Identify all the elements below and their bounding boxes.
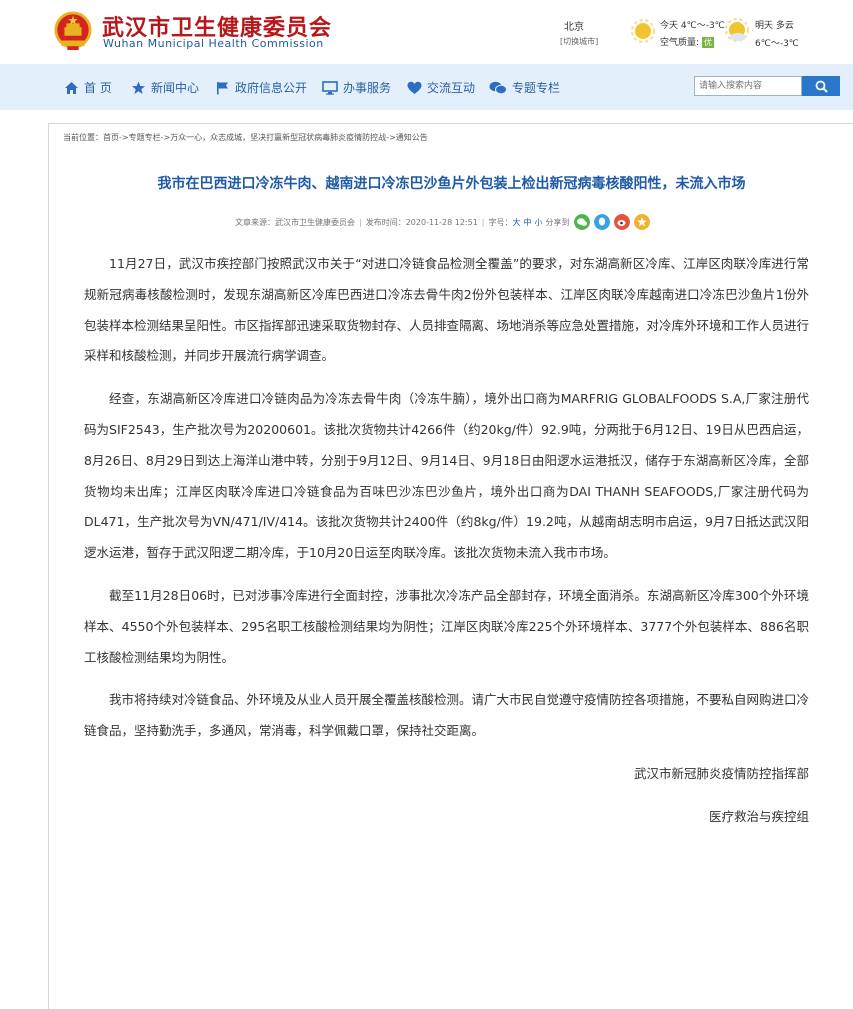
- breadcrumb-home-link[interactable]: 首页: [103, 133, 119, 142]
- search-button[interactable]: [802, 76, 840, 96]
- breadcrumb-campaign-link[interactable]: 万众一心，众志成城，坚决打赢新型冠状病毒肺炎疫情防控战: [170, 133, 386, 142]
- source-label: 文章来源：: [235, 217, 275, 227]
- article-panel: 当前位置：首页->专题专栏->万众一心，众志成城，坚决打赢新型冠状病毒肺炎疫情防…: [48, 123, 853, 1009]
- breadcrumb-label: 当前位置：: [63, 133, 103, 142]
- main-nav: 首 页 新闻中心 政府信息公开 办事服务 交流互动 专题专栏: [0, 64, 853, 110]
- font-size-medium[interactable]: 中: [524, 217, 532, 228]
- monitor-icon: [322, 80, 338, 95]
- article-body: 11月27日，武汉市疾控部门按照武汉市关于“对进口冷链食品检测全覆盖”的要求，对…: [84, 249, 809, 845]
- nav-label: 交流互动: [427, 81, 476, 95]
- cloudy-weather-icon: [725, 18, 749, 42]
- nav-item-gov-info[interactable]: 政府信息公开: [215, 79, 307, 96]
- nav-label: 新闻中心: [151, 81, 200, 95]
- nav-item-special-topics[interactable]: 专题专栏: [489, 79, 560, 96]
- nav-item-interaction[interactable]: 交流互动: [407, 79, 475, 96]
- air-quality: 空气质量: 优: [660, 35, 715, 48]
- breadcrumb-separator: ->: [160, 133, 171, 142]
- nav-label: 专题专栏: [512, 81, 561, 95]
- article-paragraph: 截至11月28日06时，已对涉事冷库进行全面封控，涉事批次冷冻产品全部封存，环境…: [84, 587, 809, 665]
- qzone-share-icon[interactable]: [633, 214, 650, 230]
- home-icon: [65, 81, 78, 94]
- article-title: 我市在巴西进口冷冻牛肉、越南进口冷冻巴沙鱼片外包装上检出新冠病毒核酸阳性，未流入…: [157, 176, 746, 192]
- weather-city: 北京: [564, 22, 584, 33]
- star-icon: [132, 81, 145, 94]
- wechat-share-icon[interactable]: [573, 214, 590, 230]
- nav-label: 办事服务: [343, 81, 392, 95]
- date-label: 发布时间：: [365, 217, 406, 227]
- share-label: 分享到: [545, 217, 570, 227]
- article-paragraph: 我市将持续对冷链食品、外环境及从业人员开展全覆盖核酸检测。请广大市民自觉遵守疫情…: [84, 692, 810, 739]
- nav-label: 首 页: [84, 81, 112, 95]
- chat-bubbles-icon: [489, 81, 507, 94]
- air-quality-badge: 优: [702, 37, 715, 48]
- sunny-weather-icon: [631, 19, 655, 43]
- nav-item-services[interactable]: 办事服务: [322, 79, 391, 96]
- flag-icon: [217, 81, 228, 94]
- search-input[interactable]: [694, 76, 802, 96]
- breadcrumb-notices-link[interactable]: 通知公告: [396, 133, 428, 142]
- heart-icon: [407, 81, 422, 94]
- font-size-large[interactable]: 大: [513, 217, 521, 228]
- weather-tomorrow: 明天 多云: [755, 21, 794, 31]
- font-size-small[interactable]: 小: [535, 217, 543, 228]
- site-header: 武汉市卫生健康委员会 Wuhan Municipal Health Commis…: [0, 0, 853, 64]
- font-size-label: 字号：: [488, 217, 513, 227]
- breadcrumb-separator: ->: [119, 133, 129, 142]
- breadcrumb-separator: ->: [386, 133, 396, 142]
- article-paragraph: 经查，东湖高新区冷库进口冷链肉品为冷冻去骨牛肉（冷冻牛腩），境外出口商为MARF…: [84, 391, 809, 561]
- nav-item-news[interactable]: 新闻中心: [131, 79, 199, 96]
- qq-share-icon[interactable]: [593, 214, 610, 230]
- nav-item-home[interactable]: 首 页: [64, 79, 112, 96]
- search-icon: [815, 80, 828, 93]
- weibo-share-icon[interactable]: [613, 214, 630, 230]
- article-source: 武汉市卫生健康委员会: [275, 217, 355, 227]
- breadcrumb: 当前位置：首页->专题专栏->万众一心，众志成城，坚决打赢新型冠状病毒肺炎疫情防…: [63, 132, 428, 143]
- signature-organization: 武汉市新冠肺炎疫情防控指挥部: [633, 765, 809, 781]
- weather-tomorrow-temp: 6℃～-3℃: [755, 39, 799, 49]
- air-quality-label: 空气质量:: [660, 38, 700, 48]
- publish-date: 2020-11-28 12:51: [405, 217, 478, 227]
- signature-group: 医疗救治与疾控组: [708, 808, 809, 824]
- nav-label: 政府信息公开: [235, 81, 308, 95]
- weather-today: 今天 4℃～-3℃: [660, 21, 725, 31]
- site-title-english: Wuhan Municipal Health Commission: [103, 37, 324, 50]
- article-paragraph: 11月27日，武汉市疾控部门按照武汉市关于“对进口冷链食品检测全覆盖”的要求，对…: [84, 256, 810, 364]
- switch-city-link[interactable]: [切换城市]: [560, 36, 598, 47]
- national-emblem-icon: [54, 11, 92, 50]
- article-meta: 文章来源： 武汉市卫生健康委员会 | 发布时间： 2020-11-28 12:5…: [235, 214, 650, 230]
- breadcrumb-topics-link[interactable]: 专题专栏: [129, 133, 161, 142]
